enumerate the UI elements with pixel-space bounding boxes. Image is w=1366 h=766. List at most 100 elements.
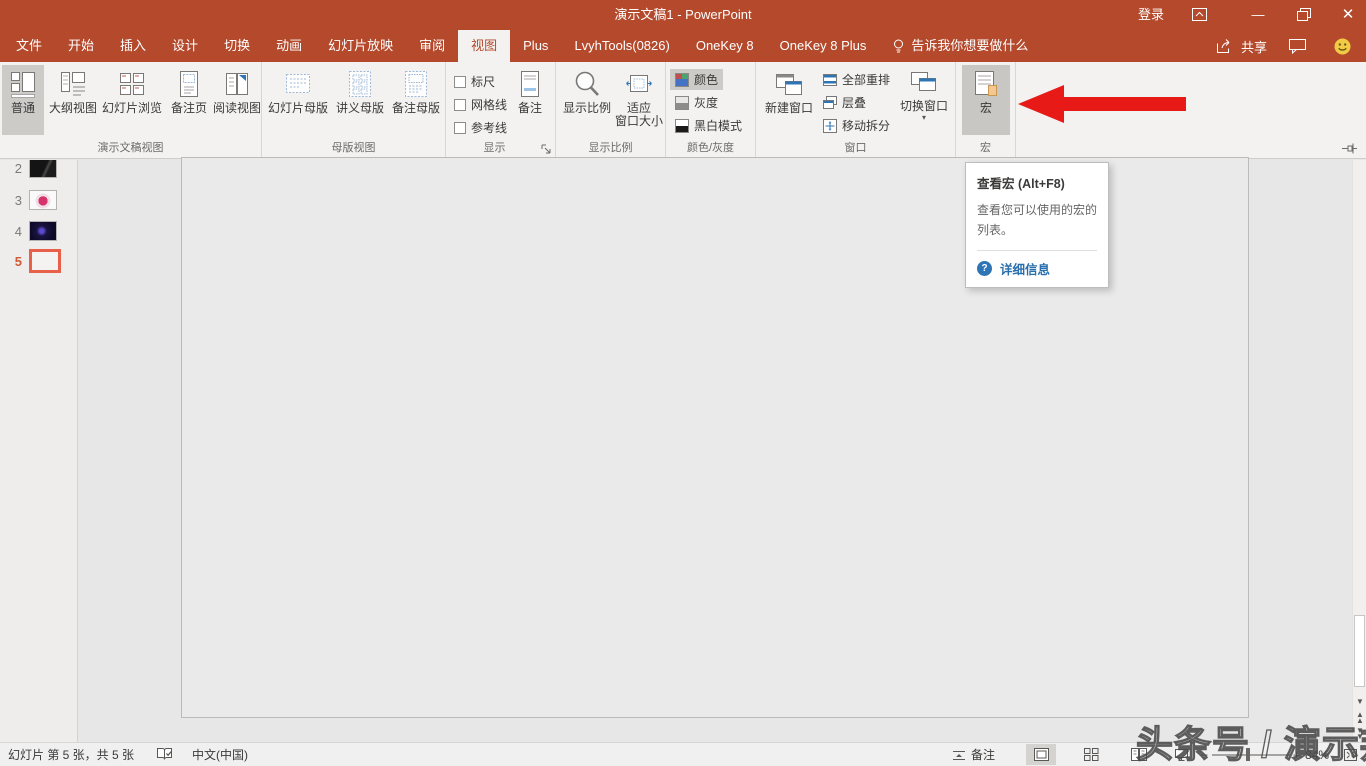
- tab-slideshow[interactable]: 幻灯片放映: [315, 30, 406, 62]
- smiley-icon: [1334, 38, 1351, 55]
- macro-icon: [971, 68, 1001, 100]
- notes-master-button[interactable]: 备注母版: [388, 65, 444, 135]
- comments-button[interactable]: [1288, 30, 1307, 62]
- handout-master-button[interactable]: 讲义母版: [332, 65, 388, 135]
- slide-thumbnail-image: [29, 221, 57, 241]
- red-annotation-arrow: [1014, 83, 1190, 125]
- macros-button[interactable]: 宏: [962, 65, 1010, 135]
- slide-thumbnail-5[interactable]: 5: [0, 246, 78, 276]
- arrange-all-icon: [823, 73, 837, 87]
- notes-button[interactable]: 备注: [510, 65, 550, 135]
- help-circle-icon: ?: [977, 261, 992, 276]
- cascade-icon: [823, 96, 837, 110]
- guides-checkbox[interactable]: 参考线: [454, 119, 507, 136]
- tooltip-body: 查看您可以使用的宏的列表。: [977, 201, 1097, 241]
- fit-to-window-button[interactable]: 适应 窗口大小: [614, 65, 664, 135]
- color-mode-button[interactable]: 颜色: [670, 69, 723, 90]
- tell-me-box[interactable]: 告诉我你想要做什么: [879, 30, 1042, 62]
- scrollbar-thumb[interactable]: [1354, 615, 1365, 687]
- tab-file[interactable]: 文件: [3, 30, 55, 62]
- slide-sorter-button[interactable]: 幻灯片浏览: [100, 65, 164, 135]
- ruler-checkbox[interactable]: 标尺: [454, 73, 495, 90]
- button-label-line1: 适应: [627, 101, 651, 115]
- group-macros: 宏 宏: [956, 62, 1016, 158]
- gridlines-checkbox[interactable]: 网格线: [454, 96, 507, 113]
- tab-home[interactable]: 开始: [55, 30, 107, 62]
- slide-number: 3: [0, 193, 22, 208]
- slide-master-icon: [282, 68, 314, 100]
- tab-insert[interactable]: 插入: [107, 30, 159, 62]
- new-window-button[interactable]: 新建窗口: [762, 65, 816, 135]
- grayscale-swatch-icon: [675, 96, 689, 110]
- tab-lvyhtools[interactable]: LvyhTools(0826): [561, 30, 682, 62]
- tab-design[interactable]: 设计: [159, 30, 211, 62]
- cascade-button[interactable]: 层叠: [818, 92, 871, 113]
- normal-view-icon: [8, 68, 38, 100]
- share-button[interactable]: 共享: [1216, 30, 1267, 62]
- slide-thumbnail-3[interactable]: 3: [0, 185, 78, 215]
- reading-view-icon: [222, 68, 252, 100]
- proofing-button[interactable]: [156, 743, 173, 766]
- button-label: 普通: [11, 102, 35, 115]
- feedback-smiley-button[interactable]: [1334, 30, 1351, 62]
- switch-windows-button[interactable]: 切换窗口 ▾: [896, 65, 952, 135]
- tab-onekey8[interactable]: OneKey 8: [683, 30, 767, 62]
- tab-view[interactable]: 视图: [458, 30, 510, 62]
- slide-thumbnail-image: [29, 190, 57, 210]
- pin-ribbon-button[interactable]: [1342, 143, 1358, 154]
- macro-tooltip: 查看宏 (Alt+F8) 查看您可以使用的宏的列表。 ? 详细信息: [965, 162, 1109, 288]
- notes-toggle-label: 备注: [971, 746, 995, 763]
- tooltip-title: 查看宏 (Alt+F8): [977, 173, 1097, 192]
- zoom-button[interactable]: 显示比例: [562, 65, 612, 135]
- watermark-text: 头条号 / 演示邦: [1136, 714, 1366, 766]
- tab-onekey8plus[interactable]: OneKey 8 Plus: [767, 30, 880, 62]
- powerpoint-window: 演示文稿1 - PowerPoint 登录 — ✕ 文件 开始 插入 设计 切换…: [0, 0, 1366, 766]
- black-and-white-button[interactable]: 黑白模式: [670, 115, 747, 136]
- normal-view-button[interactable]: 普通: [2, 65, 44, 135]
- tab-transitions[interactable]: 切换: [211, 30, 263, 62]
- notes-page-button[interactable]: 备注页: [164, 65, 214, 135]
- group-presentation-views: 普通 大纲视图 幻灯片浏览: [0, 62, 262, 158]
- grayscale-button[interactable]: 灰度: [670, 92, 723, 113]
- black-white-swatch-icon: [675, 119, 689, 133]
- button-label-line2: 窗口大小: [615, 114, 663, 128]
- group-window: 新建窗口 全部重排 层叠: [756, 62, 956, 158]
- button-label: 移动拆分: [842, 117, 890, 134]
- ribbon-display-options-button[interactable]: [1192, 0, 1222, 30]
- slide-number: 5: [0, 254, 22, 269]
- restore-button[interactable]: [1284, 0, 1324, 30]
- notes-toggle-button[interactable]: 备注: [952, 743, 995, 766]
- status-slide-sorter-icon: [1084, 748, 1099, 761]
- slide-master-button[interactable]: 幻灯片母版: [266, 65, 330, 135]
- move-split-icon: [823, 119, 837, 133]
- button-label: 宏: [980, 102, 992, 115]
- slide-thumbnail-image: [29, 249, 61, 273]
- slide-thumbnail-4[interactable]: 4: [0, 216, 78, 246]
- minimize-button[interactable]: —: [1238, 0, 1278, 30]
- arrange-all-button[interactable]: 全部重排: [818, 69, 895, 90]
- vertical-scrollbar[interactable]: ▼ ▲▲ ▼▼: [1352, 160, 1366, 742]
- tab-plus[interactable]: Plus: [510, 30, 561, 62]
- tab-animations[interactable]: 动画: [263, 30, 315, 62]
- group-label: 显示: [446, 139, 543, 155]
- tooltip-help-link[interactable]: ? 详细信息: [977, 259, 1097, 278]
- sign-in-button[interactable]: 登录: [1128, 0, 1174, 30]
- button-label: 灰度: [694, 94, 718, 111]
- tab-review[interactable]: 审阅: [406, 30, 458, 62]
- outline-view-button[interactable]: 大纲视图: [46, 65, 100, 135]
- status-normal-view-button[interactable]: [1026, 744, 1056, 765]
- button-label: 备注: [518, 102, 542, 115]
- zoom-icon: [571, 68, 603, 100]
- close-button[interactable]: ✕: [1330, 0, 1366, 30]
- group-master-views: 幻灯片母版 讲义母版: [262, 62, 446, 158]
- reading-view-button[interactable]: 阅读视图: [214, 65, 260, 135]
- checkbox-label: 标尺: [471, 73, 495, 90]
- scroll-down-button[interactable]: ▼: [1353, 695, 1366, 709]
- outline-view-icon: [58, 68, 88, 100]
- slide-counter[interactable]: 幻灯片 第 5 张，共 5 张: [8, 743, 134, 766]
- move-split-button[interactable]: 移动拆分: [818, 115, 895, 136]
- share-icon: [1216, 38, 1235, 54]
- status-slide-sorter-button[interactable]: [1076, 744, 1106, 765]
- language-button[interactable]: 中文(中国): [192, 743, 248, 766]
- slide-thumbnail-2[interactable]: 2: [0, 160, 78, 183]
